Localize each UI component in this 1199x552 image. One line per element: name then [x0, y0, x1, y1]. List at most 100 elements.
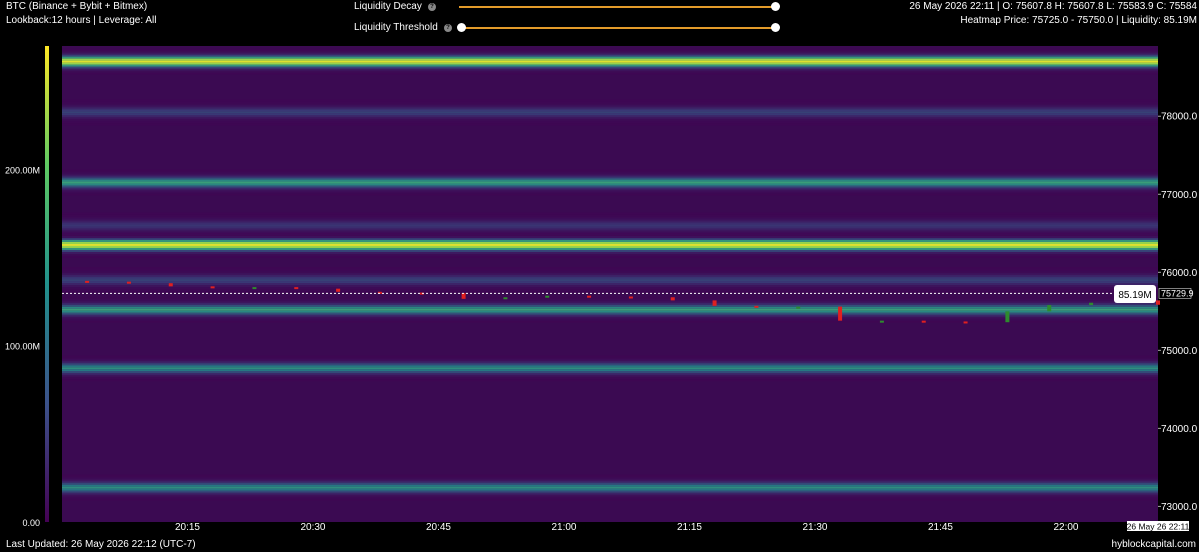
liquidity-band	[62, 50, 1158, 53]
candle	[838, 306, 843, 321]
liquidity-band	[62, 304, 1158, 307]
liquidity-band	[62, 320, 1158, 323]
time-end-label: 26 May 26 22:11	[1127, 522, 1190, 532]
candle	[252, 287, 257, 290]
liquidity-band	[62, 66, 1158, 69]
liquidity-band	[62, 267, 1158, 270]
colorbar-tick-label: 200.00M	[5, 165, 40, 175]
liquidity-band	[62, 226, 1158, 229]
liquidity-band	[62, 175, 1158, 178]
liquidity-band	[62, 68, 1158, 71]
liquidity-heatmap-chart[interactable]: 78000.0 77000.0 76000.0 75000.0 74000.0 73000…	[0, 0, 1199, 552]
liquidity-band	[62, 191, 1158, 194]
liquidity-band	[62, 484, 1158, 487]
price-tick-label: 74000.0	[1161, 424, 1198, 435]
candle	[670, 297, 675, 301]
colorbar-tick-label: 100.00M	[5, 342, 40, 352]
candle	[294, 287, 299, 290]
liquidity-band	[62, 183, 1158, 186]
last-updated: Last Updated: 26 May 2026 22:12 (UTC-7)	[6, 539, 196, 550]
liquidity-band	[62, 251, 1158, 254]
liquidity-band	[62, 474, 1158, 477]
liquidity-band	[62, 480, 1158, 483]
liquidity-band	[62, 363, 1158, 366]
liquidity-band	[62, 373, 1158, 376]
candle	[336, 288, 341, 292]
candle	[879, 320, 884, 323]
liquidity-band	[62, 70, 1158, 73]
liquidity-band	[62, 302, 1158, 305]
liquidity-band	[62, 369, 1158, 372]
liquidity-band	[62, 314, 1158, 317]
liquidity-band	[62, 271, 1158, 274]
candle	[796, 306, 801, 309]
liquidity-band	[62, 243, 1158, 246]
liquidity-band	[62, 179, 1158, 182]
liquidity-band	[62, 117, 1158, 120]
liquidity-band	[62, 482, 1158, 485]
liquidity-band	[62, 232, 1158, 235]
candle	[1047, 305, 1052, 312]
liquidity-band	[62, 54, 1158, 57]
liquidity-band	[62, 361, 1158, 364]
liquidity-band	[62, 60, 1158, 63]
liquidity-band	[62, 379, 1158, 382]
liquidity-band	[62, 113, 1158, 116]
candle	[1156, 300, 1160, 305]
liquidity-band	[62, 173, 1158, 176]
candle	[628, 296, 633, 299]
time-tick-label: 21:45	[928, 522, 953, 533]
liquidity-band	[62, 193, 1158, 196]
liquidity-band	[62, 277, 1158, 280]
liquidity-band	[62, 285, 1158, 288]
liquidity-band	[62, 269, 1158, 272]
liquidity-band	[62, 306, 1158, 309]
liquidity-band	[62, 355, 1158, 358]
candle	[1005, 311, 1010, 323]
liquidity-band	[62, 56, 1158, 59]
candle	[545, 295, 550, 298]
liquidity-band	[62, 101, 1158, 104]
liquidity-band	[62, 371, 1158, 374]
liquidity-band	[62, 375, 1158, 378]
candle	[921, 320, 926, 323]
liquidity-band	[62, 490, 1158, 493]
liquidity-band	[62, 216, 1158, 219]
liquidity-band	[62, 212, 1158, 215]
liquidity-band	[62, 283, 1158, 286]
liquidity-band	[62, 99, 1158, 102]
candle	[754, 305, 759, 308]
liquidity-band	[62, 185, 1158, 188]
brand-link[interactable]: hyblockcapital.com	[1112, 539, 1196, 550]
liquidity-band	[62, 289, 1158, 292]
liquidity-band	[62, 214, 1158, 217]
liquidity-band	[62, 478, 1158, 481]
liquidity-band	[62, 310, 1158, 313]
liquidity-band	[62, 177, 1158, 180]
liquidity-band	[62, 273, 1158, 276]
liquidity-band	[62, 287, 1158, 290]
liquidity-band	[62, 181, 1158, 184]
liquidity-band	[62, 64, 1158, 67]
liquidity-band	[62, 318, 1158, 321]
liquidity-band	[62, 222, 1158, 225]
liquidity-band	[62, 58, 1158, 61]
liquidity-band	[62, 359, 1158, 362]
liquidity-band	[62, 498, 1158, 501]
time-axis: 20:15 20:30 20:45 21:00 21:15 21:30 21:45 22:00	[175, 522, 1079, 533]
liquidity-tooltip-value: 85.19M	[1118, 290, 1151, 301]
time-tick-label: 21:15	[677, 522, 702, 533]
candle	[1089, 302, 1094, 306]
liquidity-band	[62, 281, 1158, 284]
price-axis: 78000.0 77000.0 76000.0 75000.0 74000.0 73000…	[1158, 112, 1198, 513]
current-price-tag: 75729.9	[1158, 288, 1194, 299]
liquidity-band	[62, 308, 1158, 311]
liquidity-band	[62, 279, 1158, 282]
liquidity-band	[62, 275, 1158, 278]
time-tick-label: 21:00	[551, 522, 576, 533]
liquidity-band	[62, 249, 1158, 252]
candle	[712, 300, 717, 306]
liquidity-band	[62, 316, 1158, 319]
liquidity-band	[62, 296, 1158, 299]
colorbar-tick-label: 0.00	[22, 518, 40, 528]
